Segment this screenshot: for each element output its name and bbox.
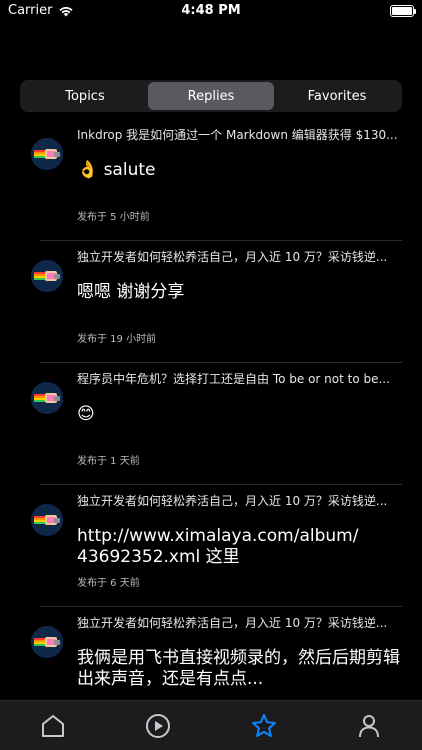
segment-favorites[interactable]: Favorites (274, 82, 400, 110)
segment-topics[interactable]: Topics (22, 82, 148, 110)
tab-favorites[interactable] (211, 701, 317, 750)
list-item[interactable]: 程序员中年危机？选择打工还是自由 To be or not to be... 😊… (0, 362, 422, 484)
tab-home[interactable] (0, 701, 106, 750)
list-item[interactable]: 独立开发者如何轻松养活自己，月入近 10 万？采访钱逆... http://ww… (0, 484, 422, 606)
reply-topic[interactable]: 独立开发者如何轻松养活自己，月入近 10 万？采访钱逆... (77, 492, 402, 509)
reply-time: 发布于 5 小时前 (77, 212, 150, 223)
reply-topic[interactable]: 独立开发者如何轻松养活自己，月入近 10 万？采访钱逆... (77, 248, 402, 265)
reply-content: 👌 salute (77, 160, 156, 180)
reply-time: 发布于 1 天前 (77, 456, 140, 467)
tab-bar (0, 700, 422, 750)
divider (40, 240, 402, 241)
nyan-cat-icon (31, 504, 63, 536)
reply-content: http://www.ximalaya.com/album/ 43692352.… (77, 526, 359, 567)
reply-topic[interactable]: 程序员中年危机？选择打工还是自由 To be or not to be... (77, 370, 402, 387)
reply-content: 嗯嗯 谢谢分享 (77, 282, 185, 302)
nyan-cat-icon (31, 382, 63, 414)
home-icon (41, 714, 64, 737)
avatar[interactable] (31, 626, 63, 658)
segmented-control: Topics Replies Favorites (20, 80, 402, 112)
nyan-cat-icon (31, 138, 63, 170)
avatar[interactable] (31, 138, 63, 170)
person-icon (359, 714, 380, 737)
star-icon (251, 713, 276, 737)
avatar[interactable] (31, 382, 63, 414)
status-bar: Carrier 4:48 PM (0, 0, 422, 24)
avatar[interactable] (31, 504, 63, 536)
reply-content: 😊 (77, 404, 95, 424)
segment-replies[interactable]: Replies (148, 82, 274, 110)
reply-content: 我俩是用飞书直接视频录的，然后后期剪辑出来声音，还是有点点... (77, 648, 400, 689)
tab-profile[interactable] (317, 701, 422, 750)
status-time: 4:48 PM (181, 3, 241, 18)
reply-time: 发布于 6 天前 (77, 578, 140, 589)
reply-topic[interactable]: 独立开发者如何轻松养活自己，月入近 10 万？采访钱逆... (77, 614, 402, 631)
tab-play[interactable] (106, 701, 212, 750)
reply-time: 发布于 19 小时前 (77, 334, 157, 345)
avatar[interactable] (31, 260, 63, 292)
reply-topic[interactable]: Inkdrop 我是如何通过一个 Markdown 编辑器获得 $130... (77, 126, 402, 143)
nyan-cat-icon (31, 260, 63, 292)
list-item[interactable]: 独立开发者如何轻松养活自己，月入近 10 万？采访钱逆... 嗯嗯 谢谢分享 发… (0, 240, 422, 362)
nyan-cat-icon (31, 626, 63, 658)
replies-list: Inkdrop 我是如何通过一个 Markdown 编辑器获得 $130... … (0, 118, 422, 728)
battery-icon (390, 5, 416, 17)
play-icon (146, 713, 171, 738)
divider (40, 606, 402, 607)
list-item[interactable]: Inkdrop 我是如何通过一个 Markdown 编辑器获得 $130... … (0, 118, 422, 240)
divider (40, 362, 402, 363)
divider (40, 484, 402, 485)
